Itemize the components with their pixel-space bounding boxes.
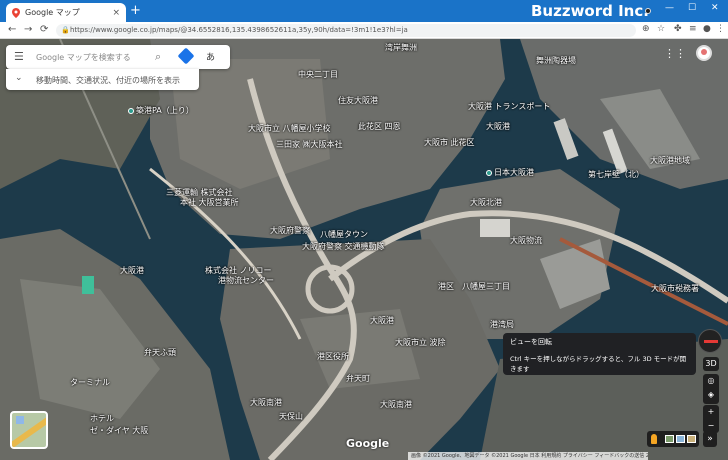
map-label: 弁天ふ頭 <box>144 348 176 357</box>
map-label: 大阪市 此花区 <box>424 138 475 147</box>
pegman-icon[interactable] <box>651 434 657 444</box>
share-icon[interactable]: ⊕ <box>642 24 650 34</box>
map-label: 大阪港地域 <box>650 156 690 165</box>
map-label: 大阪港 <box>486 122 510 131</box>
close-tab-icon[interactable]: × <box>112 8 120 18</box>
explore-hint-text: 移動時間、交通状況、付近の場所を表示 <box>36 76 180 85</box>
map-label: 港区 八幡屋三丁目 <box>438 282 510 291</box>
map-label: 港物流センター <box>218 276 274 285</box>
close-window-icon[interactable]: ✕ <box>711 3 719 13</box>
reload-icon[interactable]: ⟳ <box>40 24 48 35</box>
brand-watermark: Buzzword Inc. <box>531 2 649 20</box>
hamburger-menu-icon[interactable]: ☰ <box>14 50 24 63</box>
map-label: 大阪物流 <box>510 236 542 245</box>
more-menu-icon[interactable]: ⋮ <box>716 24 725 34</box>
map-label: 大阪南港 <box>250 398 282 407</box>
map-label-text: 築港PA（上り） <box>136 106 194 115</box>
tilt-icon: ◎ <box>707 376 715 385</box>
map-label: ホテル <box>90 414 114 423</box>
browser-toolbar: ← → ⟳ 🔒 https://www.google.co.jp/maps/@3… <box>0 22 728 39</box>
poi-pin-icon <box>128 107 134 114</box>
tilt-control[interactable]: ◎ ◈ <box>703 374 719 404</box>
map-label: 大阪港 <box>370 316 394 325</box>
zoom-in-button[interactable]: + <box>703 405 719 419</box>
map-label: 築港PA（上り） <box>128 105 194 116</box>
location-icon: ◈ <box>707 390 715 399</box>
maximize-icon[interactable]: ☐ <box>688 3 696 13</box>
map-layer-thumbnail[interactable] <box>10 411 48 449</box>
map-label: 天保山 <box>279 412 303 421</box>
poi-pin-icon <box>486 169 492 176</box>
map-label: ターミナル <box>70 378 110 387</box>
map-label: 大阪市税務署 <box>651 284 699 293</box>
map-label: ゼ・ダイヤ 大阪 <box>90 426 149 435</box>
search-box: ☰ Google マップを検索する ⌕ あ <box>6 45 230 69</box>
directions-icon[interactable] <box>177 47 195 65</box>
map-label: 第七岸壁（北） <box>588 170 644 179</box>
map-label: 大阪南港 <box>380 400 412 409</box>
satellite-map[interactable]: 湾岸舞洲 舞洲陶器場 中央二丁目 築港PA（上り） 住友大阪港 大阪市立 八幡屋… <box>0 39 728 460</box>
map-label: 湾岸舞洲 <box>385 43 417 52</box>
explore-hint-bar[interactable]: ⌄ 移動時間、交通状況、付近の場所を表示 <box>6 69 199 90</box>
url-text: https://www.google.co.jp/maps/@34.655281… <box>70 26 408 34</box>
bottom-layer-bar <box>647 431 699 447</box>
address-bar[interactable]: 🔒 https://www.google.co.jp/maps/@34.6552… <box>56 24 636 37</box>
map-label: 大阪北港 <box>470 198 502 207</box>
map-label: 本社 大阪営業所 <box>180 198 239 207</box>
map-label: 大阪市立 八幡屋小学校 <box>248 124 331 133</box>
toggle-3d-button[interactable]: 3D <box>703 357 719 371</box>
map-label: 弁天町 <box>346 374 370 383</box>
compass-rotate-control[interactable] <box>698 329 722 353</box>
apps-grid-icon[interactable]: ⋮⋮ <box>664 47 686 60</box>
rotate-view-tooltip: ビューを回転 Ctrl キーを押しながらドラッグすると、フル 3D モードが開き… <box>503 333 696 375</box>
map-label: 日本大阪港 <box>486 167 534 178</box>
minimize-icon[interactable]: — <box>665 3 674 13</box>
map-label: 三田家 ㈱大阪本社 <box>276 140 343 149</box>
zoom-control: + − <box>703 405 719 433</box>
expand-button[interactable]: » <box>703 431 717 447</box>
star-icon[interactable]: ☆ <box>657 24 665 34</box>
map-label-text: 日本大阪港 <box>494 168 534 177</box>
map-footer: 画像 ©2021 Google、地図データ ©2021 Google 日本 利用… <box>408 452 648 460</box>
account-icon[interactable]: ● <box>703 24 711 34</box>
map-label: 此花区 四恩 <box>358 122 401 131</box>
map-label: 舞洲陶器場 <box>536 56 576 65</box>
map-label: 住友大阪港 <box>338 96 378 105</box>
map-label: 八幡屋タウン <box>320 230 368 239</box>
map-label: 大阪港 <box>120 266 144 275</box>
traffic-layer-icon[interactable] <box>687 435 696 443</box>
ime-indicator: あ <box>206 53 216 63</box>
tab-google-maps[interactable]: Google マップ × <box>6 3 126 22</box>
forward-icon[interactable]: → <box>24 24 32 35</box>
map-label: 大阪府警察 交通機動隊 <box>302 242 385 251</box>
avatar[interactable] <box>696 45 712 61</box>
tooltip-title: ビューを回転 <box>510 338 552 346</box>
extensions-icon[interactable]: ✤ <box>674 24 682 34</box>
back-icon[interactable]: ← <box>8 24 16 35</box>
map-label: 港湾局 <box>490 320 514 329</box>
reading-list-icon[interactable]: ≡ <box>689 24 697 34</box>
google-logo: Google <box>346 437 390 450</box>
transit-layer-icon[interactable] <box>676 435 685 443</box>
search-icon[interactable]: ⌕ <box>155 50 161 64</box>
lock-icon: 🔒 <box>61 26 70 34</box>
tooltip-body: Ctrl キーを押しながらドラッグすると、フル 3D モードが開きます <box>510 355 687 373</box>
chevron-down-icon[interactable]: ⌄ <box>15 73 23 83</box>
terrain-layer-icon[interactable] <box>665 435 674 443</box>
browser-tab-bar: Google マップ × + Buzzword Inc. — ☐ ✕ <box>0 0 728 22</box>
map-label: 大阪港 トランスポート <box>468 102 551 111</box>
search-input[interactable]: Google マップを検索する <box>36 52 131 63</box>
map-label: 大阪市立 波除 <box>395 338 446 347</box>
map-label: 中央二丁目 <box>298 70 338 79</box>
tab-title: Google マップ <box>25 8 80 17</box>
map-label: 港区役所 <box>317 352 349 361</box>
new-tab-button[interactable]: + <box>130 4 141 18</box>
map-label: 大阪府警察 <box>270 226 310 235</box>
map-pin-icon <box>12 7 20 18</box>
profile-indicator-icon[interactable] <box>645 8 651 14</box>
